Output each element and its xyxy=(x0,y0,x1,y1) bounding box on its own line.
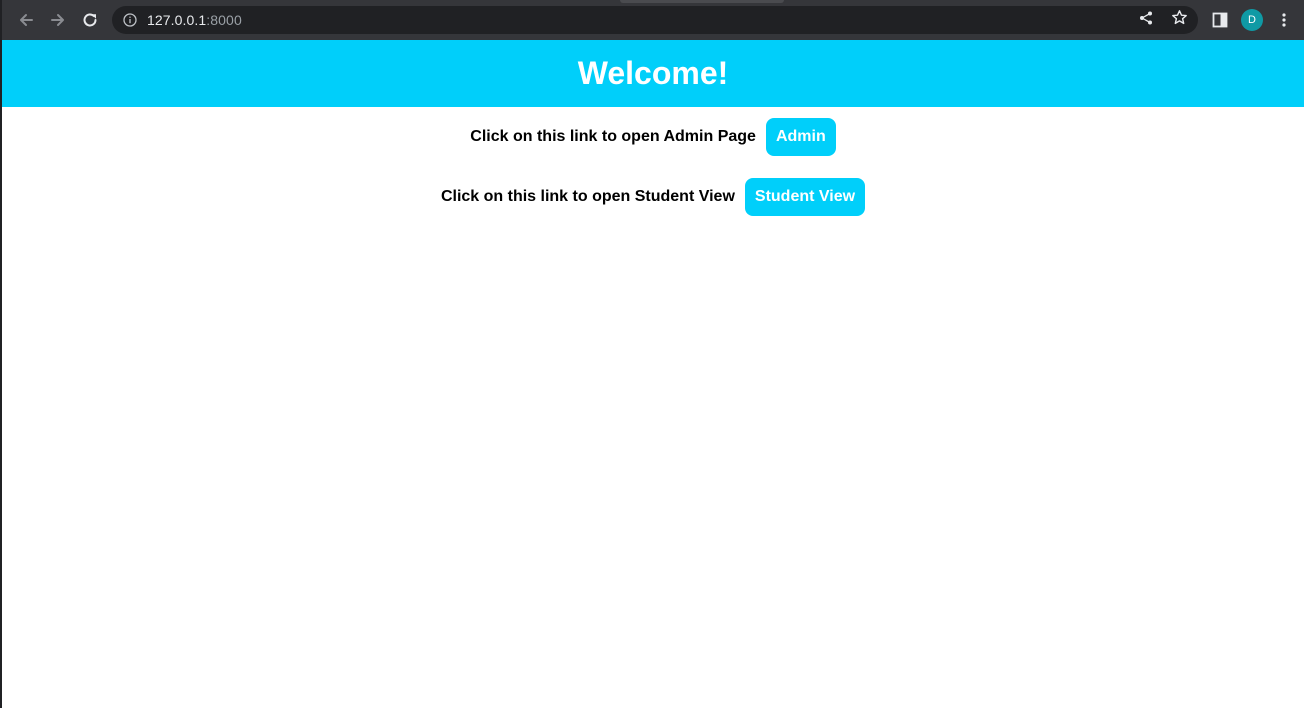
url-port: :8000 xyxy=(206,12,242,28)
page-content: Welcome! Click on this link to open Admi… xyxy=(2,40,1304,708)
reload-icon xyxy=(81,11,99,29)
url-host: 127.0.0.1 xyxy=(147,12,207,28)
back-button[interactable] xyxy=(14,8,38,32)
arrow-right-icon xyxy=(49,11,67,29)
url-text[interactable]: 127.0.0.1:8000 xyxy=(147,12,242,28)
reload-button[interactable] xyxy=(78,8,102,32)
kebab-menu-icon xyxy=(1281,12,1287,28)
profile-avatar[interactable]: D xyxy=(1241,9,1263,31)
forward-button[interactable] xyxy=(46,8,70,32)
browser-toolbar: 127.0.0.1:8000 D xyxy=(2,0,1304,40)
star-icon xyxy=(1171,9,1188,31)
share-button[interactable] xyxy=(1138,6,1154,34)
admin-link-label: Click on this link to open Admin Page xyxy=(470,128,756,145)
student-link-row: Click on this link to open Student View … xyxy=(2,178,1304,216)
browser-window: 127.0.0.1:8000 D Welcome! Click on this … xyxy=(0,0,1304,708)
share-icon xyxy=(1138,10,1154,31)
address-bar[interactable]: 127.0.0.1:8000 xyxy=(112,6,1198,34)
info-icon[interactable] xyxy=(122,12,138,28)
admin-button[interactable]: Admin xyxy=(765,118,836,156)
bookmark-button[interactable] xyxy=(1171,6,1188,34)
admin-link-row: Click on this link to open Admin Page Ad… xyxy=(2,118,1304,156)
side-panel-button[interactable] xyxy=(1208,8,1232,32)
arrow-left-icon xyxy=(17,11,35,29)
side-panel-icon xyxy=(1212,12,1228,28)
student-view-button[interactable]: Student View xyxy=(744,178,866,216)
welcome-banner: Welcome! xyxy=(2,40,1304,107)
menu-button[interactable] xyxy=(1272,8,1296,32)
student-link-label: Click on this link to open Student View xyxy=(440,188,735,205)
page-title: Welcome! xyxy=(577,55,729,91)
profile-initial: D xyxy=(1248,14,1256,26)
tab-strip-edge xyxy=(620,0,784,3)
